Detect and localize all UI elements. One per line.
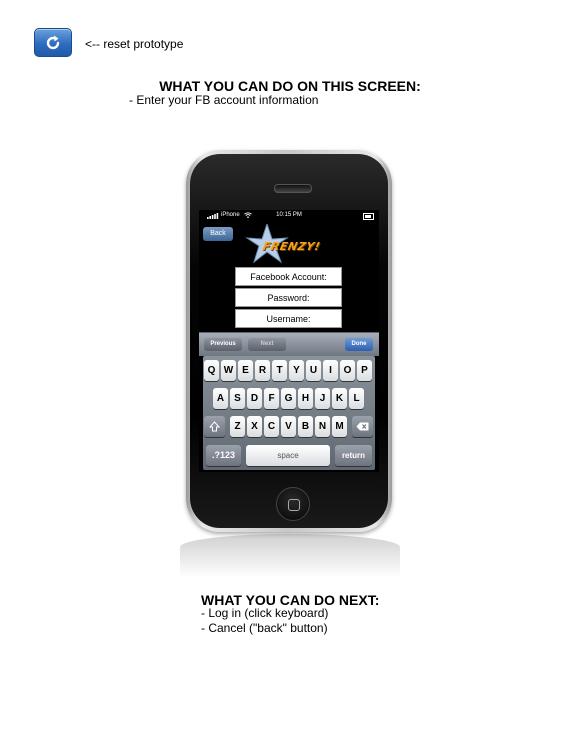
key-e[interactable]: E bbox=[238, 360, 253, 381]
key-k[interactable]: K bbox=[332, 388, 347, 409]
backspace-icon bbox=[356, 422, 369, 431]
home-square-icon bbox=[288, 499, 300, 511]
delete-key[interactable] bbox=[352, 416, 373, 437]
phone-screen: iPhone 10:15 PM Back FRENZY! Facebook Ac… bbox=[199, 210, 379, 472]
numbers-key[interactable]: .?123 bbox=[206, 445, 241, 466]
password-field[interactable]: Password: bbox=[235, 288, 342, 307]
key-v[interactable]: V bbox=[281, 416, 296, 437]
previous-field-button[interactable]: Previous bbox=[204, 338, 242, 351]
phone-reflection bbox=[180, 534, 400, 578]
key-x[interactable]: X bbox=[247, 416, 262, 437]
battery-fill bbox=[365, 215, 371, 218]
key-l[interactable]: L bbox=[349, 388, 364, 409]
refresh-icon bbox=[46, 35, 60, 50]
key-n[interactable]: N bbox=[315, 416, 330, 437]
return-key[interactable]: return bbox=[335, 445, 372, 466]
keyboard-accessory-bar: Previous Next Done bbox=[199, 332, 379, 356]
reset-prototype-label: <-- reset prototype bbox=[85, 37, 184, 51]
key-t[interactable]: T bbox=[272, 360, 287, 381]
key-w[interactable]: W bbox=[221, 360, 236, 381]
key-u[interactable]: U bbox=[306, 360, 321, 381]
back-button[interactable]: Back bbox=[203, 227, 233, 241]
key-r[interactable]: R bbox=[255, 360, 270, 381]
key-o[interactable]: O bbox=[340, 360, 355, 381]
key-p[interactable]: P bbox=[357, 360, 372, 381]
key-g[interactable]: G bbox=[281, 388, 296, 409]
key-s[interactable]: S bbox=[230, 388, 245, 409]
key-m[interactable]: M bbox=[332, 416, 347, 437]
next-section-item: - Cancel ("back" button) bbox=[201, 621, 328, 635]
facebook-account-field[interactable]: Facebook Account: bbox=[235, 267, 342, 286]
next-field-button[interactable]: Next bbox=[248, 338, 286, 351]
home-button[interactable] bbox=[276, 487, 310, 521]
space-key[interactable]: space bbox=[246, 445, 330, 466]
username-field[interactable]: Username: bbox=[235, 309, 342, 328]
key-b[interactable]: B bbox=[298, 416, 313, 437]
next-section-item: - Log in (click keyboard) bbox=[201, 606, 329, 620]
frenzy-logo-text: FRENZY! bbox=[261, 240, 322, 253]
key-a[interactable]: A bbox=[213, 388, 228, 409]
shift-key[interactable] bbox=[204, 416, 225, 437]
key-h[interactable]: H bbox=[298, 388, 313, 409]
key-d[interactable]: D bbox=[247, 388, 262, 409]
key-q[interactable]: Q bbox=[204, 360, 219, 381]
earpiece-speaker bbox=[274, 184, 312, 193]
battery-icon bbox=[363, 213, 374, 220]
screen-section-item: - Enter your FB account information bbox=[129, 93, 319, 107]
key-c[interactable]: C bbox=[264, 416, 279, 437]
on-screen-keyboard: Q W E R T Y U I O P A S D F G H J K L Z … bbox=[203, 356, 375, 470]
reset-prototype-button[interactable] bbox=[34, 28, 72, 57]
shift-arrow-icon bbox=[208, 421, 221, 432]
key-y[interactable]: Y bbox=[289, 360, 304, 381]
key-f[interactable]: F bbox=[264, 388, 279, 409]
status-clock: 10:15 PM bbox=[276, 212, 302, 218]
done-button[interactable]: Done bbox=[345, 338, 373, 351]
key-j[interactable]: J bbox=[315, 388, 330, 409]
key-z[interactable]: Z bbox=[230, 416, 245, 437]
key-i[interactable]: I bbox=[323, 360, 338, 381]
status-bar: iPhone 10:15 PM bbox=[199, 210, 379, 222]
screen-section-heading: WHAT YOU CAN DO ON THIS SCREEN: bbox=[159, 78, 421, 94]
